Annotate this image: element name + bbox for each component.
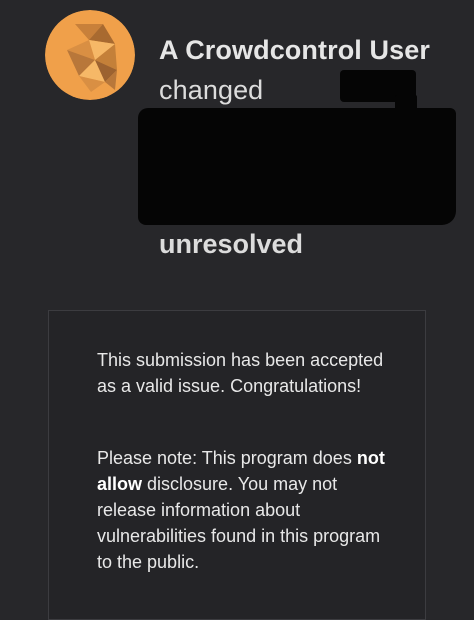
crowdcontrol-logo-icon: [45, 10, 135, 100]
status-label: unresolved: [159, 229, 304, 259]
actor-name[interactable]: A Crowdcontrol User: [159, 35, 430, 65]
accepted-message: This submission has been accepted as a v…: [97, 350, 384, 396]
redacted-block: [138, 108, 456, 225]
disclosure-prefix: Please note: This program does: [97, 448, 352, 468]
disclosure-note: Please note: This program does not allow…: [97, 445, 397, 575]
avatar[interactable]: [45, 10, 135, 100]
action-text: changed: [159, 75, 264, 105]
